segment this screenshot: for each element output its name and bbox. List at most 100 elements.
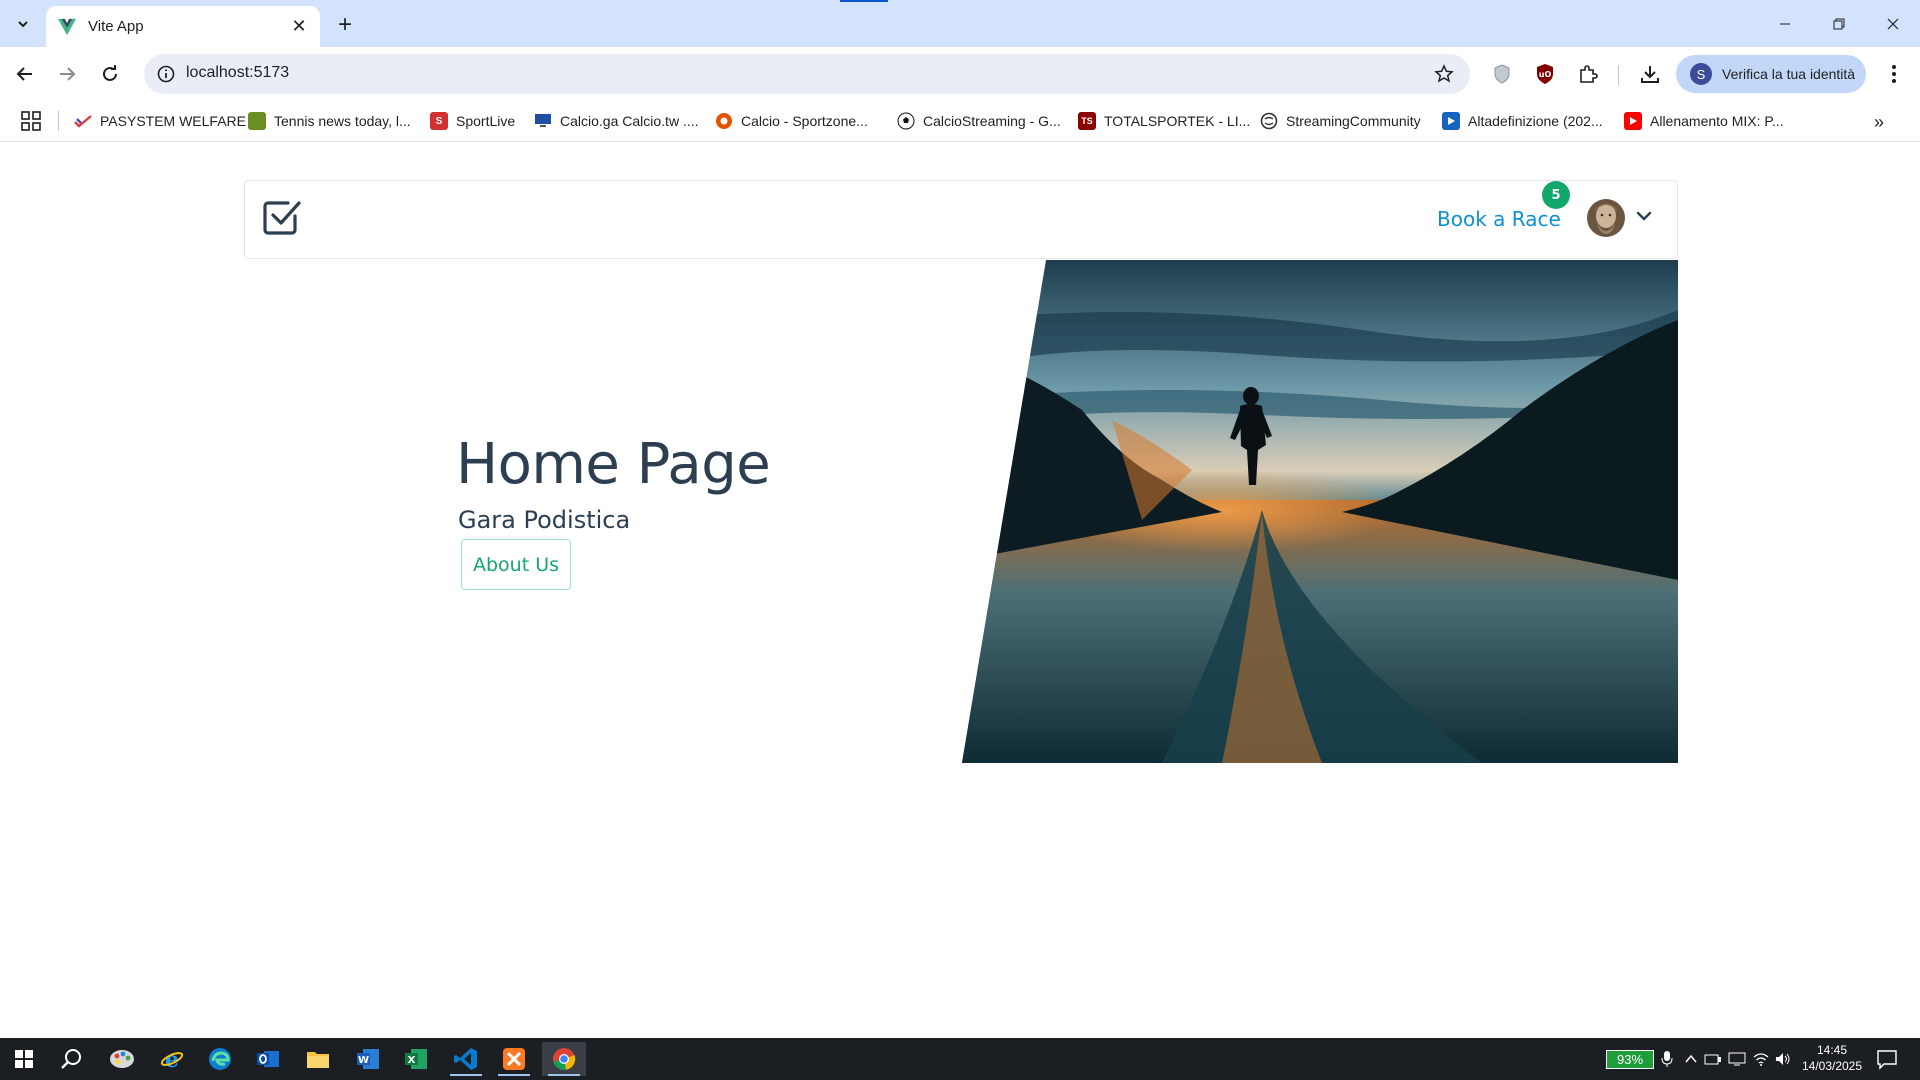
tab-title: Vite App <box>88 18 144 35</box>
avatar[interactable] <box>1587 199 1625 237</box>
toolbar-divider <box>1618 65 1619 85</box>
tab-drag-indicator <box>840 0 888 2</box>
tennis-icon <box>248 112 266 130</box>
bookmarks-bar: PASYSTEM WELFARE Tennis news today, l...… <box>0 101 1920 142</box>
bookmark-item[interactable]: PASYSTEM WELFARE <box>74 109 246 133</box>
system-clock[interactable]: 14:45 14/03/2025 <box>1796 1042 1868 1074</box>
vue-logo-icon <box>58 18 76 35</box>
arrow-right-icon <box>60 67 76 81</box>
svg-text:e: e <box>165 1047 179 1071</box>
wifi-icon[interactable] <box>1752 1050 1770 1068</box>
clock-date: 14/03/2025 <box>1801 1059 1863 1073</box>
page-subtitle: Gara Podistica <box>458 506 631 534</box>
minimize-icon <box>1780 23 1790 24</box>
outlook-icon[interactable] <box>246 1042 290 1076</box>
more-vertical-icon <box>1892 65 1896 83</box>
site-navbar: Book a Race 5 <box>244 180 1678 259</box>
bookmark-label: Calcio.ga Calcio.tw .... <box>560 113 699 129</box>
chevron-up-icon[interactable] <box>1682 1050 1700 1068</box>
restore-button[interactable] <box>1812 0 1866 47</box>
display-icon[interactable] <box>1728 1050 1746 1068</box>
play-icon <box>1442 112 1460 130</box>
battery-indicator[interactable]: 93% <box>1606 1050 1654 1069</box>
runner-hero-image <box>962 260 1678 763</box>
extensions-puzzle-icon[interactable] <box>1574 60 1602 88</box>
bookmark-label: SportLive <box>456 113 516 129</box>
bookmark-label: Tennis news today, l... <box>274 113 411 129</box>
bookmark-label: PASYSTEM WELFARE <box>100 113 246 129</box>
bookmark-item[interactable]: TS TOTALSPORTEK - LI... <box>1078 109 1250 133</box>
bookmark-label: CalcioStreaming - G... <box>923 113 1061 129</box>
bookmark-item[interactable]: StreamingCommunity <box>1260 109 1421 133</box>
word-icon[interactable]: W <box>346 1042 390 1076</box>
reload-icon <box>103 65 117 81</box>
chevron-down-icon <box>18 21 28 28</box>
new-tab-button[interactable]: + <box>330 10 360 40</box>
totalsportek-icon: TS <box>1078 112 1096 130</box>
soccer-orange-icon <box>715 112 733 130</box>
search-icon[interactable] <box>50 1042 94 1076</box>
svg-text:X: X <box>408 1055 416 1066</box>
bookmark-star-icon[interactable] <box>1432 62 1456 86</box>
svg-text:uO: uO <box>1539 70 1552 79</box>
bookmark-item[interactable]: S SportLive <box>430 109 515 133</box>
apps-grid-icon[interactable] <box>20 110 42 132</box>
profile-chip-label: Verifica la tua identità <box>1722 66 1856 82</box>
bookmark-item[interactable]: Calcio.ga Calcio.tw .... <box>534 109 699 133</box>
close-window-button[interactable] <box>1866 0 1920 47</box>
bookmark-item[interactable]: CalcioStreaming - G... <box>897 109 1061 133</box>
bookmark-item[interactable]: Altadefinizione (202... <box>1442 109 1603 133</box>
edge-icon[interactable] <box>198 1042 242 1076</box>
bookmark-item[interactable]: Calcio - Sportzone... <box>715 109 868 133</box>
about-us-button[interactable]: About Us <box>461 539 571 590</box>
ublock-origin-icon[interactable]: uO <box>1531 60 1559 88</box>
vscode-icon[interactable] <box>444 1042 488 1076</box>
back-button[interactable] <box>8 57 42 91</box>
tab-search-button[interactable] <box>8 9 38 39</box>
checkbox-logo-icon[interactable] <box>261 196 303 238</box>
reload-button[interactable] <box>93 57 127 91</box>
bookmark-item[interactable]: Tennis news today, l... <box>248 109 411 133</box>
chrome-icon[interactable] <box>542 1042 586 1076</box>
excel-icon[interactable]: X <box>394 1042 438 1076</box>
bookmark-item[interactable]: Allenamento MIX: P... <box>1624 109 1784 133</box>
chevron-down-icon[interactable] <box>1635 207 1653 225</box>
volume-icon[interactable] <box>1774 1050 1792 1068</box>
notification-center-icon[interactable] <box>1876 1048 1898 1070</box>
minimize-button[interactable] <box>1758 0 1812 47</box>
power-plug-icon[interactable] <box>1704 1050 1722 1068</box>
bookmark-label: StreamingCommunity <box>1286 113 1421 129</box>
more-bookmarks-button[interactable]: » <box>1866 109 1892 135</box>
streamingcommunity-icon <box>1260 112 1278 130</box>
close-tab-icon[interactable]: ✕ <box>286 14 312 40</box>
microphone-icon[interactable] <box>1658 1050 1676 1068</box>
book-a-race-link[interactable]: Book a Race <box>1437 207 1561 231</box>
notification-badge: 5 <box>1542 181 1570 209</box>
paint-icon[interactable] <box>100 1042 144 1076</box>
pasystem-icon <box>74 112 92 130</box>
restore-icon <box>1833 18 1845 29</box>
close-icon <box>1887 18 1899 29</box>
site-info-icon[interactable] <box>154 62 178 86</box>
monitor-icon <box>534 112 552 130</box>
start-icon[interactable] <box>2 1042 46 1076</box>
youtube-icon <box>1624 112 1642 130</box>
file-explorer-icon[interactable] <box>296 1042 340 1076</box>
forward-button[interactable] <box>50 57 84 91</box>
page-title: Home Page <box>456 432 771 497</box>
soccer-ball-icon <box>897 112 915 130</box>
bookmark-label: Allenamento MIX: P... <box>1650 113 1784 129</box>
windows-taskbar: e W X 93% 14:45 14/03/2025 <box>0 1038 1920 1080</box>
shield-extension-icon[interactable] <box>1488 60 1516 88</box>
tab-vite-app[interactable]: Vite App ✕ <box>46 6 320 47</box>
browser-menu-button[interactable] <box>1880 60 1908 88</box>
url-text: localhost:5173 <box>186 64 290 81</box>
clock-time: 14:45 <box>1816 1043 1848 1057</box>
sportlive-icon: S <box>430 112 448 130</box>
downloads-icon[interactable] <box>1636 60 1664 88</box>
address-bar[interactable]: localhost:5173 <box>144 54 1470 94</box>
profile-verify-button[interactable]: S Verifica la tua identità <box>1676 55 1866 93</box>
bookmark-label: TOTALSPORTEK - LI... <box>1104 113 1251 129</box>
ie-icon[interactable]: e <box>150 1042 194 1076</box>
xampp-icon[interactable] <box>492 1042 536 1076</box>
